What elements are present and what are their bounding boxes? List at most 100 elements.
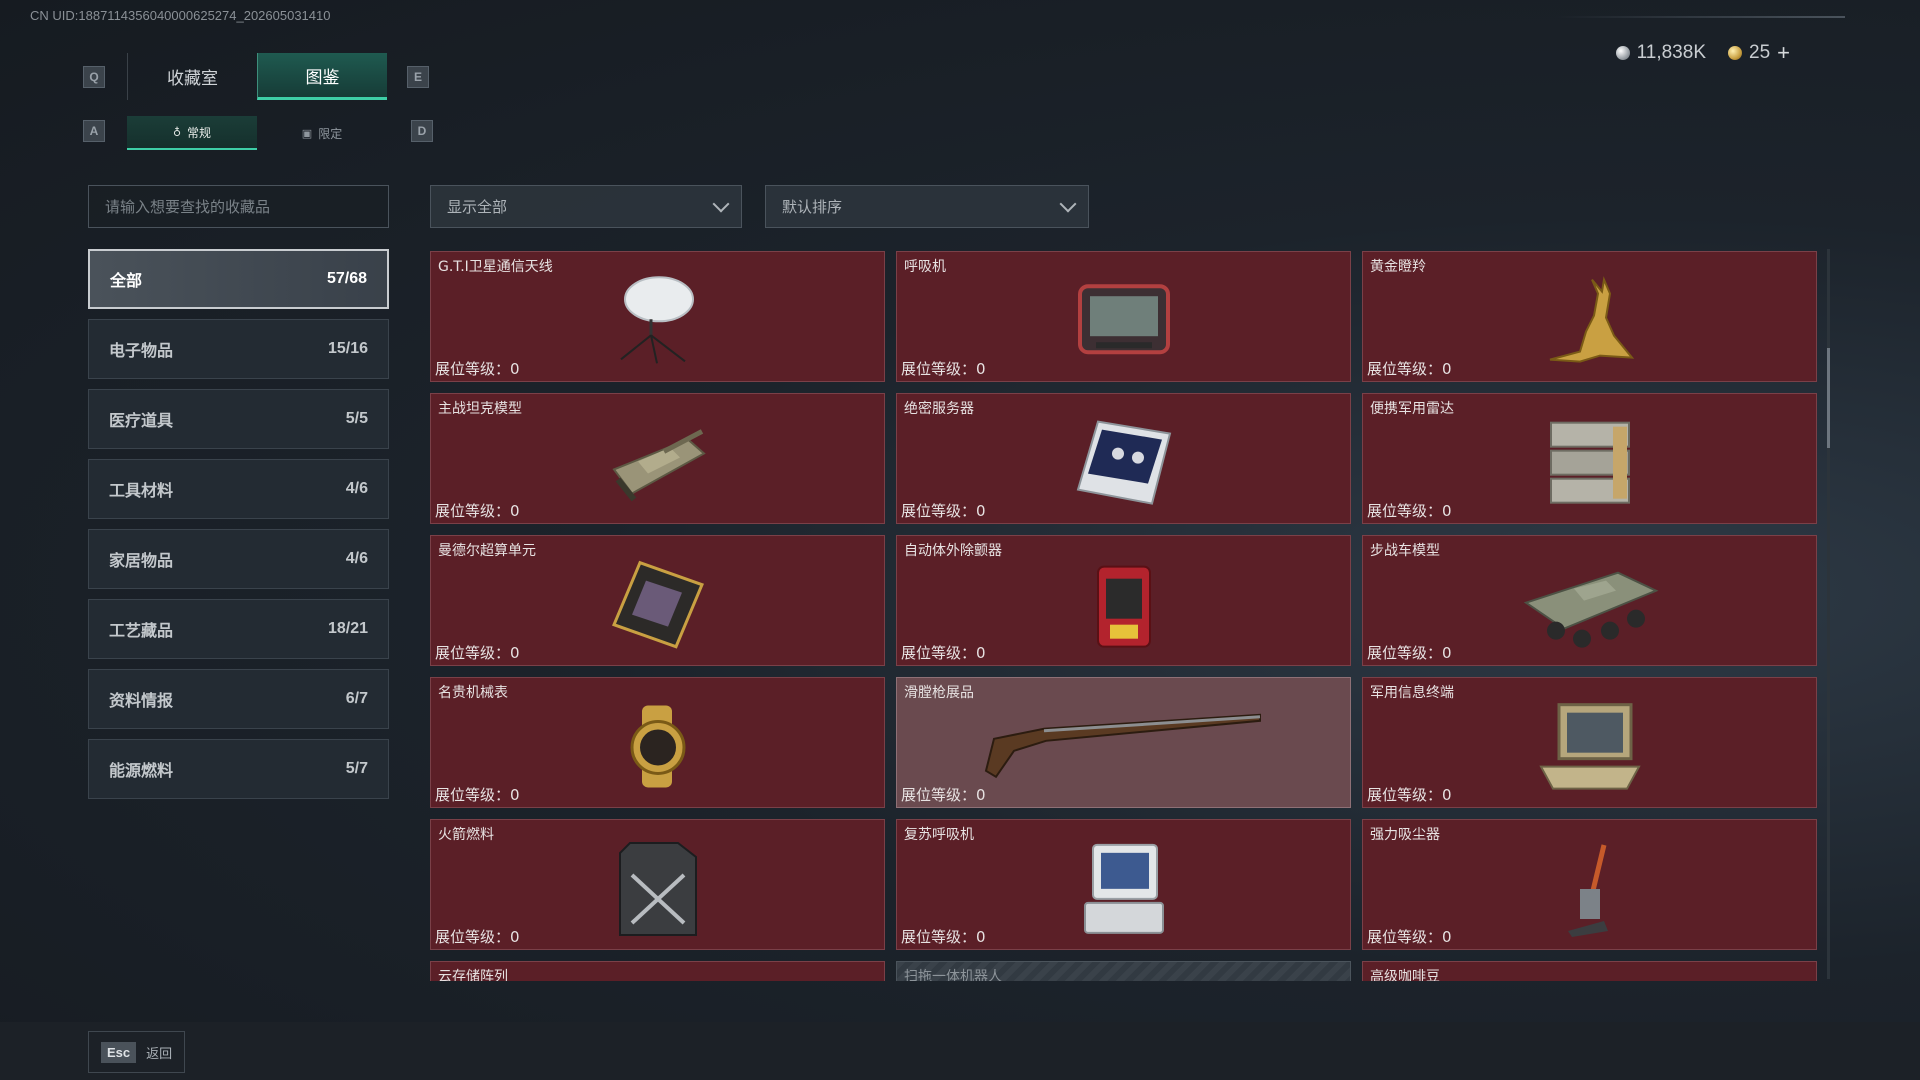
item-name: 滑膛枪展品 [904, 685, 974, 701]
category-label: 工具材料 [109, 481, 174, 500]
key-hint-a[interactable]: A [83, 120, 105, 142]
add-currency-button[interactable]: + [1777, 40, 1790, 66]
currency-bar: 11,838K 25 + [1615, 40, 1790, 66]
item-name: 扫拖一体机器人 [904, 969, 1002, 981]
vacuum-icon [1567, 843, 1608, 937]
item-name: 黄金瞪羚 [1370, 259, 1426, 275]
key-hint-q[interactable]: Q [83, 66, 105, 88]
item-level: 展位等级：0 [901, 502, 986, 520]
item-level: 展位等级：0 [901, 644, 986, 662]
item-card[interactable]: 军用信息终端 展位等级：0 [1362, 677, 1817, 808]
item-card[interactable]: 呼吸机 展位等级：0 [896, 251, 1351, 382]
category-count: 5/7 [345, 760, 368, 777]
item-name: 名贵机械表 [438, 685, 508, 701]
back-button[interactable]: Esc 返回 [88, 1031, 186, 1073]
item-card[interactable]: 复苏呼吸机 展位等级：0 [896, 819, 1351, 950]
esc-key-hint: Esc [101, 1041, 137, 1063]
category-label: 工艺藏品 [109, 621, 174, 640]
item-card[interactable]: 高级咖啡豆 [1362, 961, 1817, 981]
category-count: 4/6 [345, 480, 368, 497]
category-count: 18/21 [327, 620, 368, 637]
item-level: 展位等级：0 [1367, 928, 1452, 946]
top-decor-line [1555, 16, 1845, 18]
gold-coin-icon [1728, 46, 1742, 60]
resuscitator-icon [1083, 843, 1164, 934]
category-energy[interactable]: 能源燃料 5/7 [88, 739, 389, 799]
scrollbar-thumb[interactable] [1827, 348, 1830, 448]
category-intel[interactable]: 资料情报 6/7 [88, 669, 389, 729]
item-card[interactable]: 便携军用雷达 展位等级：0 [1362, 393, 1817, 524]
search-input[interactable] [88, 185, 389, 228]
item-level: 展位等级：0 [435, 644, 520, 662]
category-medical[interactable]: 医疗道具 5/5 [88, 389, 389, 449]
item-card[interactable]: 黄金瞪羚 展位等级：0 [1362, 251, 1817, 382]
category-crafts[interactable]: 工艺藏品 18/21 [88, 599, 389, 659]
bottle-icon: ♁ [172, 125, 182, 139]
item-card[interactable]: 步战车模型 展位等级：0 [1362, 535, 1817, 666]
item-level: 展位等级：0 [435, 786, 520, 804]
chevron-down-icon [712, 195, 730, 212]
bottom-bar [0, 1022, 1920, 1080]
category-electronics[interactable]: 电子物品 15/16 [88, 319, 389, 379]
ifv-model-icon [1523, 571, 1658, 648]
item-name: 曼德尔超算单元 [438, 543, 536, 559]
gold-currency: 25 + [1728, 40, 1790, 66]
item-card[interactable]: G.T.I卫星通信天线 展位等级：0 [430, 251, 885, 382]
chevron-down-icon [1059, 195, 1077, 212]
category-count: 5/5 [345, 410, 368, 427]
silver-currency: 11,838K [1615, 42, 1706, 64]
category-household[interactable]: 家居物品 4/6 [88, 529, 389, 589]
category-count: 4/6 [345, 550, 368, 567]
item-level: 展位等级：0 [901, 786, 986, 804]
item-card[interactable]: 主战坦克模型 展位等级：0 [430, 393, 885, 524]
item-card-locked[interactable]: 扫拖一体机器人 [896, 961, 1351, 981]
item-card[interactable]: 曼德尔超算单元 展位等级：0 [430, 535, 885, 666]
item-name: 复苏呼吸机 [904, 827, 974, 843]
item-card[interactable]: 火箭燃料 展位等级：0 [430, 819, 885, 950]
item-name: 绝密服务器 [904, 401, 974, 417]
item-level: 展位等级：0 [435, 360, 520, 378]
item-card[interactable]: 滑膛枪展品 展位等级：0 [896, 677, 1351, 808]
sub-tabs: ♁ 常规 ▣ 限定 [127, 116, 387, 150]
item-name: 高级咖啡豆 [1370, 969, 1440, 981]
key-hint-e[interactable]: E [407, 66, 429, 88]
item-name: 自动体外除颤器 [904, 543, 1002, 559]
category-all[interactable]: 全部 57/68 [88, 249, 389, 309]
item-name: 步战车模型 [1370, 543, 1440, 559]
item-name: 云存储阵列 [438, 969, 508, 981]
item-card[interactable]: 强力吸尘器 展位等级：0 [1362, 819, 1817, 950]
item-name: 军用信息终端 [1370, 685, 1454, 701]
filter-dropdown[interactable]: 显示全部 [430, 185, 742, 228]
category-count: 15/16 [327, 340, 368, 357]
category-label: 全部 [110, 271, 143, 290]
gold-amount: 25 [1749, 42, 1771, 63]
tab-collection-room[interactable]: 收藏室 [127, 53, 257, 100]
subtab-regular-label: 常规 [187, 125, 212, 140]
subtab-regular[interactable]: ♁ 常规 [127, 116, 257, 150]
ventilator-icon [1077, 283, 1170, 354]
item-card[interactable]: 自动体外除颤器 展位等级：0 [896, 535, 1351, 666]
supercompute-unit-icon [611, 560, 704, 649]
category-tools[interactable]: 工具材料 4/6 [88, 459, 389, 519]
satellite-dish-icon [619, 275, 694, 364]
category-list: 全部 57/68 电子物品 15/16 医疗道具 5/5 工具材料 4/6 家居物品 4/… [88, 249, 389, 809]
terminal-icon [1538, 702, 1641, 790]
tank-model-icon [611, 428, 706, 501]
item-level: 展位等级：0 [901, 928, 986, 946]
golden-gazelle-icon [1549, 275, 1634, 363]
main-tabs: 收藏室 图鉴 [127, 53, 387, 100]
item-card[interactable]: 绝密服务器 展位等级：0 [896, 393, 1351, 524]
subtab-limited[interactable]: ▣ 限定 [257, 116, 387, 150]
item-level: 展位等级：0 [1367, 360, 1452, 378]
uid-label: CN UID:1887114356040000625274_2026050314… [30, 8, 331, 23]
item-level: 展位等级：0 [1367, 644, 1452, 662]
key-hint-d[interactable]: D [411, 120, 433, 142]
silver-coin-icon [1615, 46, 1630, 60]
subtab-limited-label: 限定 [318, 126, 343, 141]
tab-catalog[interactable]: 图鉴 [257, 53, 387, 100]
category-label: 电子物品 [109, 341, 174, 360]
item-card[interactable]: 云存储阵列 [430, 961, 885, 981]
item-name: 强力吸尘器 [1370, 827, 1440, 843]
item-card[interactable]: 名贵机械表 展位等级：0 [430, 677, 885, 808]
sort-dropdown[interactable]: 默认排序 [765, 185, 1089, 228]
